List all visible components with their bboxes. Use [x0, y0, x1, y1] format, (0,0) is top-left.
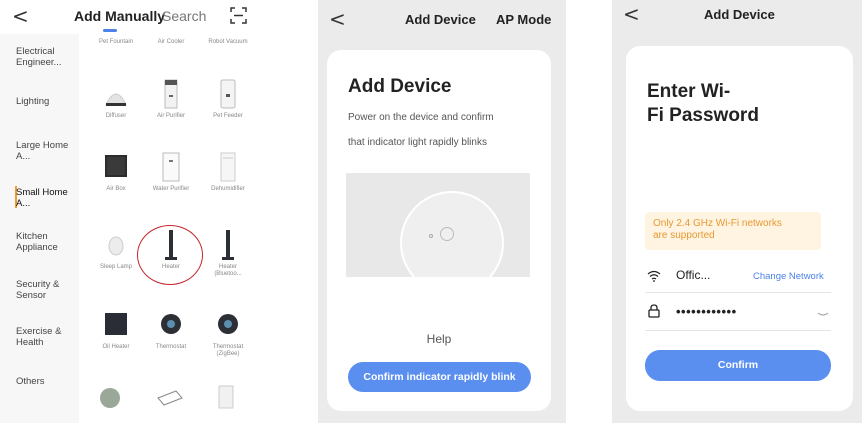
ap-mode-button[interactable]: AP Mode	[496, 12, 551, 27]
eye-closed-icon[interactable]	[817, 312, 829, 318]
scan-icon[interactable]	[230, 7, 247, 24]
wifi-card: Enter Wi- Fi Password Only 2.4 GHz Wi-Fi…	[626, 46, 853, 411]
device-label: Pet Feeder	[213, 113, 243, 119]
device-thermostat[interactable]: Thermostat	[148, 308, 194, 351]
device-label[interactable]: Air Cooler	[148, 39, 194, 46]
device-label[interactable]: Pet Fountain	[93, 39, 139, 46]
highlight-circle	[137, 225, 203, 285]
card-heading: Add Device	[348, 76, 452, 97]
nav-title: Add Device	[704, 7, 775, 22]
category-item[interactable]: Others	[16, 376, 76, 387]
device-label: Oil Heater	[102, 344, 130, 350]
device-water-purifier[interactable]: Water Purifier	[148, 150, 194, 193]
device-label: Thermostat (ZigBee)	[212, 344, 244, 357]
page-title[interactable]: Add Manually	[74, 8, 165, 24]
back-button[interactable]: <	[12, 6, 29, 26]
device-thermostat-zigbee[interactable]: Thermostat (ZigBee)	[205, 308, 251, 358]
back-button[interactable]: <	[623, 4, 640, 24]
pet-feeder-icon	[212, 77, 244, 111]
tall-device-icon[interactable]	[216, 384, 236, 410]
help-link[interactable]: Help	[327, 332, 551, 346]
air-purifier-icon	[155, 77, 187, 111]
device-label: Heater (Bluetoo...	[214, 264, 242, 277]
search-tab[interactable]: Search	[162, 8, 206, 24]
device-sleep-lamp[interactable]: Sleep Lamp	[93, 228, 139, 271]
thermostat-icon	[155, 308, 187, 342]
wifi-icon	[647, 270, 661, 282]
description-line: Power on the device and confirm	[348, 112, 494, 123]
back-button[interactable]: <	[329, 9, 346, 29]
change-network-link[interactable]: Change Network	[753, 271, 824, 282]
sleep-lamp-icon	[100, 228, 132, 262]
confirm-blink-button[interactable]: Confirm indicator rapidly blink	[348, 362, 531, 392]
dehumidifier-icon	[212, 150, 244, 184]
device-label: Dehumidifier	[211, 186, 245, 192]
round-device-icon[interactable]	[98, 386, 122, 408]
category-item[interactable]: Electrical Engineer...	[16, 46, 76, 68]
heater-bluetooth-icon	[212, 228, 244, 262]
instruction-card: Add Device Power on the device and confi…	[327, 50, 551, 411]
device-label: Water Purifier	[152, 186, 190, 192]
diffuser-icon	[100, 77, 132, 111]
wifi-password-screen: < Add Device Enter Wi- Fi Password Only …	[612, 0, 862, 423]
thermostat-zigbee-icon	[212, 308, 244, 342]
divider	[645, 292, 831, 293]
header: < Add Manually Search	[0, 0, 265, 34]
heading-line: Enter Wi-	[647, 81, 731, 102]
divider	[645, 330, 831, 331]
category-sidebar: Electrical Engineer... Lighting Large Ho…	[0, 34, 79, 423]
device-label[interactable]: Robot Vacuum	[205, 39, 251, 46]
card-heading: Enter Wi- Fi Password	[647, 80, 787, 128]
reset-button-icon	[440, 227, 454, 241]
description-line: that indicator light rapidly blinks	[348, 137, 487, 148]
nav-title: Add Device	[405, 12, 476, 27]
category-item-active[interactable]: Small Home A...	[16, 187, 76, 209]
oil-heater-icon	[100, 308, 132, 342]
device-label: Sleep Lamp	[99, 264, 133, 270]
device-dehumidifier[interactable]: Dehumidifier	[205, 150, 251, 193]
confirm-button[interactable]: Confirm	[645, 350, 831, 381]
add-device-screen: < Add Device AP Mode Add Device Power on…	[318, 0, 566, 423]
frequency-warning: Only 2.4 GHz Wi-Fi networks are supporte…	[645, 212, 821, 250]
device-air-box[interactable]: Air Box	[93, 150, 139, 193]
water-purifier-icon	[155, 150, 187, 184]
indicator-light-icon	[429, 234, 433, 238]
category-item[interactable]: Lighting	[16, 96, 76, 107]
device-diffuser[interactable]: Diffuser	[93, 77, 139, 120]
category-item[interactable]: Large Home A...	[16, 140, 76, 162]
add-manually-screen: < Add Manually Search Electrical Enginee…	[0, 0, 265, 423]
device-label: Thermostat	[155, 344, 187, 350]
device-oil-heater[interactable]: Oil Heater	[93, 308, 139, 351]
category-item[interactable]: Kitchen Appliance	[16, 231, 76, 253]
device-label: Air Box	[106, 186, 126, 192]
password-field[interactable]: ••••••••••••	[676, 304, 737, 319]
panel-device-icon[interactable]	[156, 388, 184, 408]
device-illustration	[346, 173, 530, 277]
heading-line: Fi Password	[647, 105, 759, 126]
air-box-icon	[100, 150, 132, 184]
lock-icon	[648, 304, 660, 318]
active-tab-indicator	[103, 29, 117, 32]
warning-line: Only 2.4 GHz Wi-Fi networks	[653, 218, 782, 229]
device-pet-feeder[interactable]: Pet Feeder	[205, 77, 251, 120]
device-heater-bluetooth[interactable]: Heater (Bluetoo...	[205, 228, 251, 278]
device-label: Diffuser	[105, 113, 127, 119]
category-item[interactable]: Exercise & Health	[16, 326, 76, 348]
device-air-purifier[interactable]: Air Purifier	[148, 77, 194, 120]
warning-line: are supported	[653, 230, 715, 241]
wifi-ssid[interactable]: Offic...	[676, 268, 710, 282]
category-item[interactable]: Security & Sensor	[16, 279, 76, 301]
device-label: Air Purifier	[156, 113, 185, 119]
